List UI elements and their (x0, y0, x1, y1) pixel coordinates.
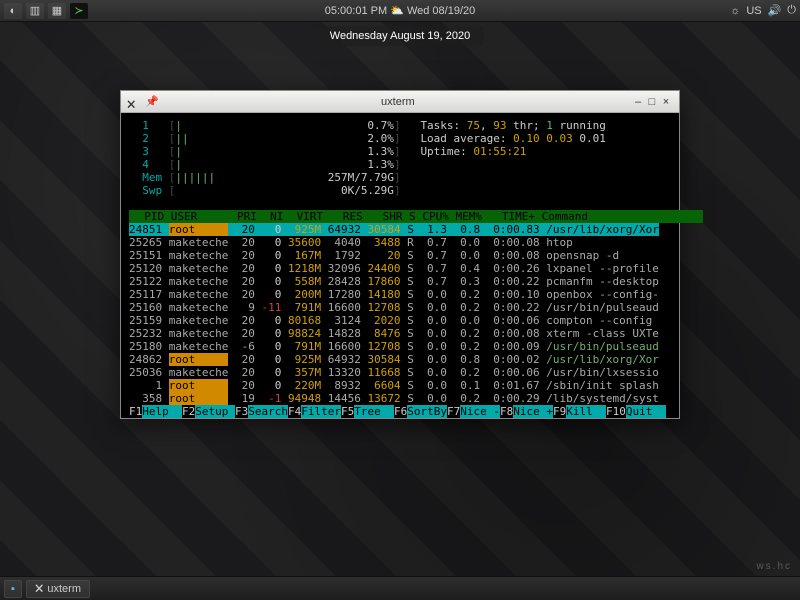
files-icon[interactable]: ▥ (26, 3, 44, 19)
minimize-button[interactable]: – (631, 96, 645, 108)
window-title: uxterm (165, 96, 631, 108)
show-desktop-button[interactable]: ▪ (4, 580, 22, 598)
power-icon[interactable]: ⏻ (787, 4, 796, 17)
close-button[interactable]: × (659, 96, 673, 108)
clock-date: Wed 08/19/20 (407, 5, 475, 17)
keyboard-layout[interactable]: US (746, 5, 761, 17)
window-titlebar[interactable]: 🗙 📌 uxterm – □ × (121, 91, 679, 113)
app-icon: 🗙 (127, 95, 141, 109)
weather-icon: ⛅ (390, 5, 407, 17)
watermark: ws.hc (756, 561, 792, 572)
terminal-content[interactable]: 1 [| 0.7%] Tasks: 75, 93 thr; 1 running … (121, 113, 679, 418)
clock-time: 05:00:01 PM (325, 5, 387, 17)
date-overlay: Wednesday August 19, 2020 (316, 26, 484, 46)
uxterm-window[interactable]: 🗙 📌 uxterm – □ × 1 [| 0.7%] Tasks: 75, 9… (120, 90, 680, 419)
panel-clock: 05:00:01 PM ⛅ Wed 08/19/20 (0, 4, 800, 17)
menu-icon[interactable]: ◐ (4, 3, 22, 19)
terminal-icon[interactable]: ≻ (70, 3, 88, 19)
top-panel: ◐ ▥ ▦ ≻ 05:00:01 PM ⛅ Wed 08/19/20 ☼ US … (0, 0, 800, 22)
taskbar-app-icon: 🗙 (35, 579, 43, 598)
taskbar-item-uxterm[interactable]: 🗙 uxterm (26, 580, 90, 598)
pin-icon[interactable]: 📌 (145, 95, 159, 108)
browser-icon[interactable]: ▦ (48, 3, 66, 19)
tray-icon[interactable]: ☼ (730, 5, 740, 17)
maximize-button[interactable]: □ (645, 96, 659, 108)
taskbar: ▪ 🗙 uxterm (0, 576, 800, 600)
volume-icon[interactable]: 🔊 (768, 4, 782, 17)
taskbar-item-label: uxterm (47, 583, 81, 595)
